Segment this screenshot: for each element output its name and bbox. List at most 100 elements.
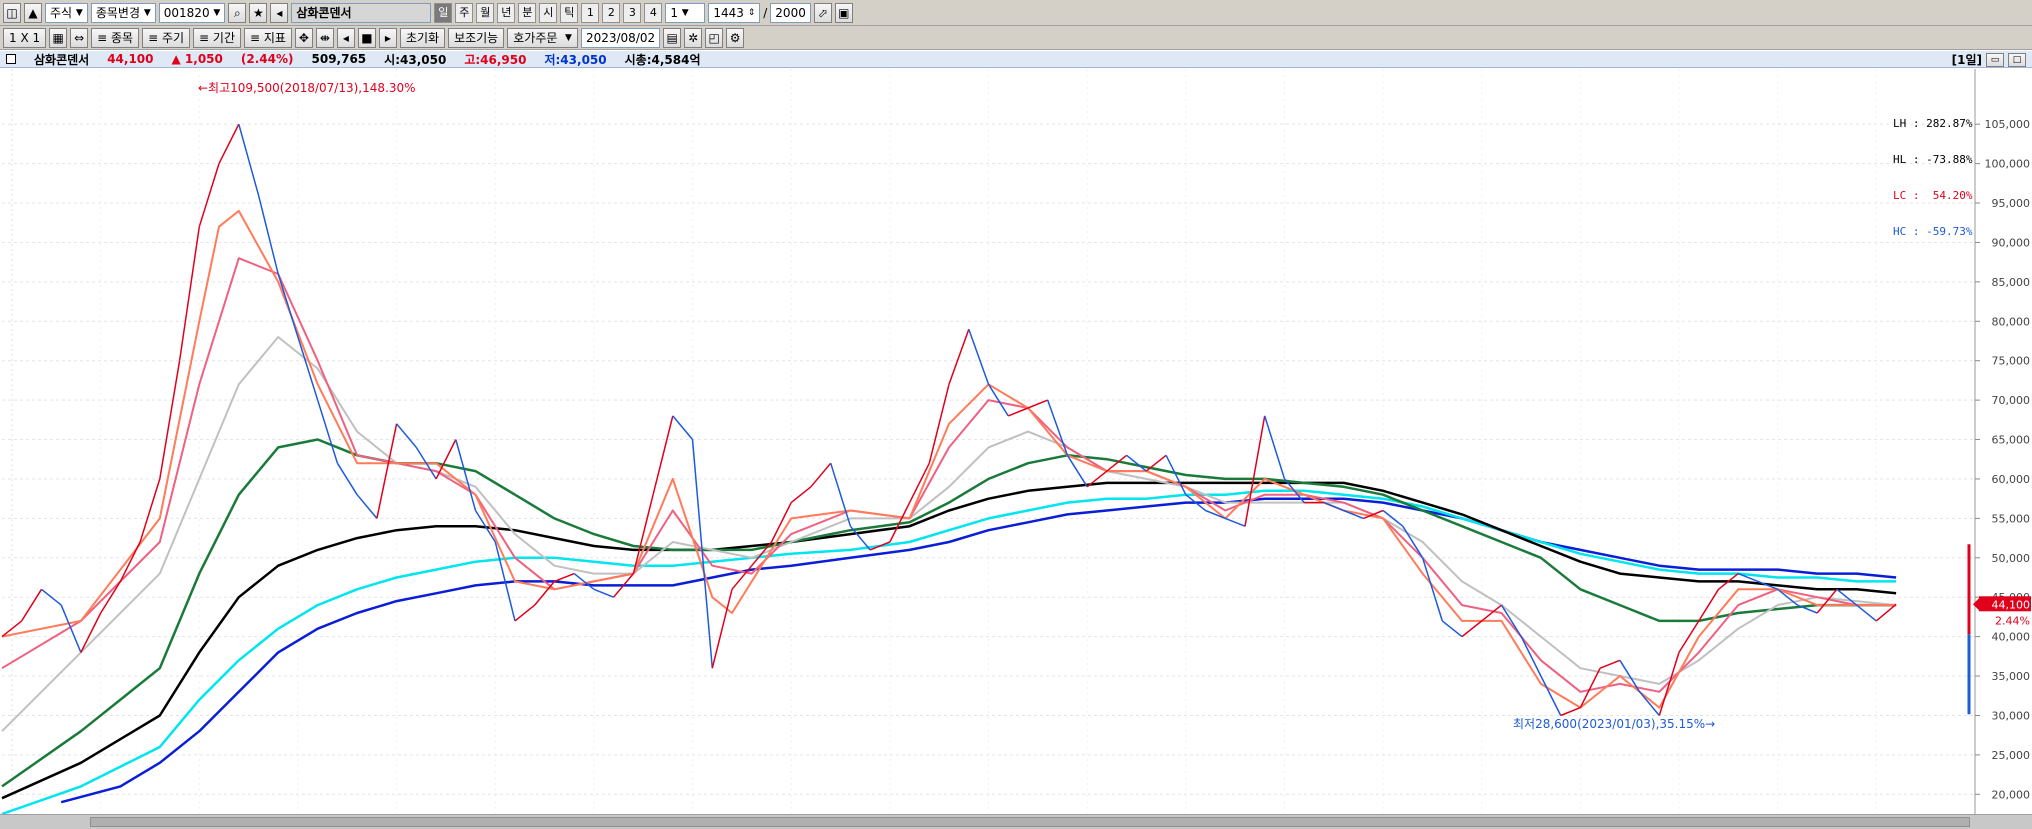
- market-select[interactable]: 주식 ▼: [45, 2, 88, 23]
- maximize-icon[interactable]: □: [2008, 52, 2026, 67]
- stat-lc: LC : 54.20%: [1893, 189, 1973, 202]
- info-high: 고:46,950: [464, 52, 527, 67]
- chevron-down-icon: ▼: [213, 7, 221, 18]
- num-1[interactable]: 1: [581, 2, 600, 23]
- stats-box: LH : 282.87% HL : -73.88% LC : 54.20% HC…: [1893, 94, 1972, 262]
- interval-value: 1: [670, 5, 678, 20]
- order-button[interactable]: 호가주문 ▼: [507, 27, 578, 48]
- scrollbar-thumb[interactable]: [90, 817, 1970, 827]
- price-chart[interactable]: 20,00025,00030,00035,00040,00045,00050,0…: [0, 69, 2032, 814]
- count-separator: /: [763, 5, 768, 20]
- chart-area[interactable]: 20,00025,00030,00035,00040,00045,00050,0…: [0, 69, 2032, 814]
- y-tick-label: 65,000: [1992, 434, 2031, 447]
- y-tick-label: 50,000: [1992, 552, 2031, 565]
- info-mktcap: 시총:4,584억: [624, 52, 701, 67]
- indicator-menu-button[interactable]: ≡ 지표: [243, 27, 292, 48]
- prev-stock-icon[interactable]: ◂: [270, 2, 289, 23]
- stock-code-input[interactable]: 001820 ▼: [158, 2, 226, 23]
- y-axis-layer: 20,00025,00030,00035,00040,00045,00050,0…: [1974, 69, 2032, 814]
- y-tick-label: 35,000: [1992, 670, 2031, 683]
- num-3[interactable]: 3: [623, 2, 642, 23]
- stat-hc: HC : -59.73%: [1893, 225, 1973, 238]
- scroll-left-icon[interactable]: ◂: [336, 27, 355, 48]
- period-day[interactable]: 일: [434, 2, 453, 23]
- period-hour[interactable]: 시: [539, 2, 558, 23]
- y-tick-label: 30,000: [1992, 709, 2031, 722]
- stop-icon[interactable]: ■: [357, 27, 376, 48]
- capture-icon[interactable]: ◰: [705, 27, 724, 48]
- info-price: 44,100: [107, 52, 154, 66]
- num-4[interactable]: 4: [644, 2, 663, 23]
- y-tick-label: 60,000: [1992, 473, 2031, 486]
- layout-icon[interactable]: ◫: [3, 2, 21, 23]
- high-annotation: ←최고109,500(2018/07/13),148.30%: [198, 81, 416, 95]
- info-volume: 509,765: [311, 52, 367, 66]
- info-stock-name: 삼화콘덴서: [34, 52, 90, 67]
- period-minute[interactable]: 분: [518, 2, 537, 23]
- period-month[interactable]: 월: [476, 2, 495, 23]
- ratio-button[interactable]: 1 X 1: [3, 27, 47, 48]
- secondary-toolbar: 1 X 1 ▦ ⇔ ≡ 종목 ≡ 주기 ≡ 기간 ≡ 지표 ✥ ⇼ ◂ ■ ▸ …: [0, 26, 2032, 50]
- period-week[interactable]: 주: [455, 2, 474, 23]
- y-tick-label: 55,000: [1992, 512, 2031, 525]
- tools-icon[interactable]: ⚙: [726, 27, 745, 48]
- cycle-menu-button[interactable]: ≡ 주기: [142, 27, 191, 48]
- compare-icon[interactable]: ⇔: [70, 27, 89, 48]
- current-price-label: 44,100: [1992, 598, 2031, 611]
- y-tick-label: 105,000: [1985, 118, 2031, 131]
- info-checkbox[interactable]: [6, 54, 16, 64]
- stat-lh: LH : 282.87%: [1893, 117, 1973, 130]
- horizontal-scrollbar[interactable]: [0, 814, 2032, 829]
- num-2[interactable]: 2: [602, 2, 621, 23]
- aux-function-button[interactable]: 보조기능: [448, 27, 505, 48]
- info-change-pct: (2.44%): [240, 52, 294, 66]
- calendar-icon[interactable]: ▤: [663, 27, 682, 48]
- search-icon[interactable]: ⌕: [228, 2, 247, 23]
- up-arrow-icon[interactable]: ▲: [24, 2, 42, 23]
- stock-code-value: 001820: [163, 5, 210, 20]
- info-change: ▲ 1,050: [171, 52, 223, 66]
- stock-name: 삼화콘덴서: [296, 5, 352, 20]
- market-value: 주식: [50, 5, 73, 20]
- stock-name-field[interactable]: 삼화콘덴서: [291, 2, 432, 23]
- pin-icon[interactable]: ⬀: [813, 2, 832, 23]
- y-tick-label: 80,000: [1992, 315, 2031, 328]
- y-tick-label: 70,000: [1992, 394, 2031, 407]
- stock-menu-button[interactable]: ≡ 종목: [91, 27, 140, 48]
- y-tick-label: 25,000: [1992, 749, 2031, 762]
- change-stock-label: 종목변경: [95, 5, 141, 20]
- chevron-down-icon: ▼: [143, 7, 151, 18]
- chevron-down-icon: ▼: [75, 7, 83, 18]
- minimize-icon[interactable]: ▭: [1986, 52, 2004, 67]
- date-input[interactable]: 2023/08/02: [580, 27, 661, 48]
- zoom-icon[interactable]: ⇼: [315, 27, 334, 48]
- y-tick-label: 75,000: [1992, 355, 2031, 368]
- grid-icon[interactable]: ▦: [49, 27, 68, 48]
- period-year[interactable]: 년: [497, 2, 516, 23]
- y-tick-label: 90,000: [1992, 236, 2031, 249]
- order-label: 호가주문: [513, 30, 558, 45]
- count-value: 1443: [713, 5, 744, 20]
- y-tick-label: 20,000: [1992, 788, 2031, 801]
- period-tick[interactable]: 틱: [560, 2, 579, 23]
- info-open: 시:43,050: [384, 52, 447, 67]
- save-icon[interactable]: ▣: [834, 2, 853, 23]
- move-icon[interactable]: ✥: [294, 27, 313, 48]
- scroll-right-icon[interactable]: ▸: [378, 27, 397, 48]
- span-menu-button[interactable]: ≡ 기간: [193, 27, 241, 48]
- y-tick-label: 85,000: [1992, 276, 2031, 289]
- price-info-bar: 삼화콘덴서 44,100 ▲ 1,050 (2.44%) 509,765 시:4…: [0, 51, 2032, 68]
- total-value: 2000: [775, 5, 806, 20]
- star-icon[interactable]: ★: [249, 2, 268, 23]
- total-input[interactable]: 2000: [770, 2, 811, 23]
- y-tick-label: 95,000: [1992, 197, 2031, 210]
- info-low: 저:43,050: [544, 52, 607, 67]
- reset-button[interactable]: 초기화: [399, 27, 446, 48]
- current-pct-label: 2.44%: [1995, 614, 2030, 627]
- y-tick-label: 40,000: [1992, 631, 2031, 644]
- interval-select[interactable]: 1 ▼: [665, 2, 706, 23]
- count-input[interactable]: 1443 ⇕: [708, 2, 761, 23]
- change-stock-select[interactable]: 종목변경 ▼: [90, 2, 156, 23]
- period-tag: [1일]: [1951, 53, 1982, 67]
- gear-icon[interactable]: ✲: [684, 27, 703, 48]
